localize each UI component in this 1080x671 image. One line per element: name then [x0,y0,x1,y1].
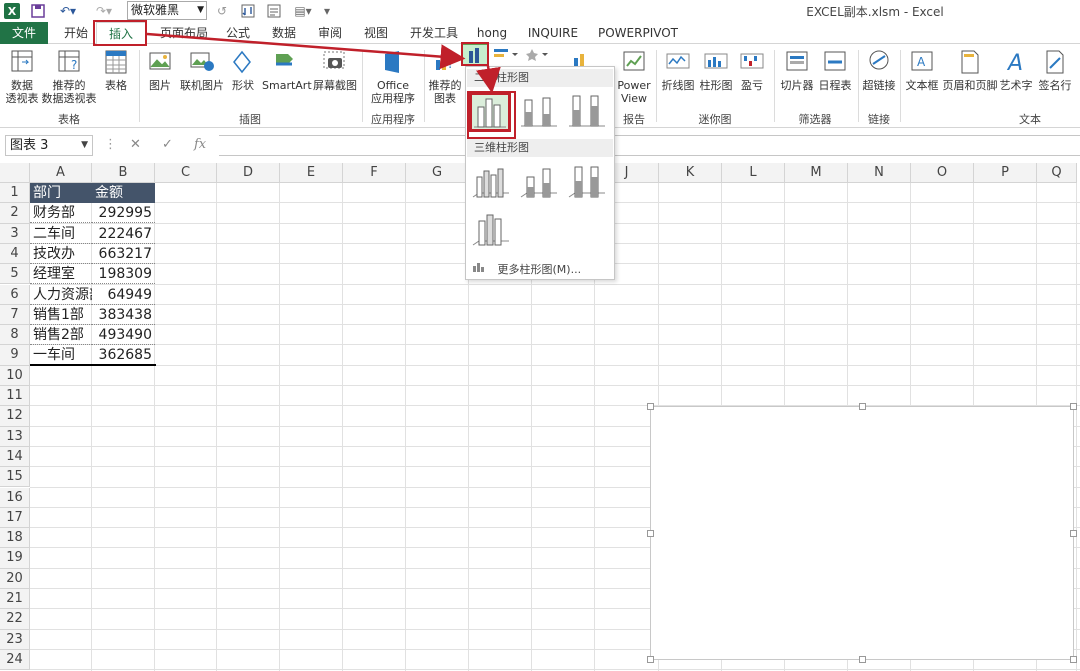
arrow-to-column-chart [146,32,466,70]
annotation-arrows [146,32,501,94]
arrow-to-clustered-column [476,65,501,94]
